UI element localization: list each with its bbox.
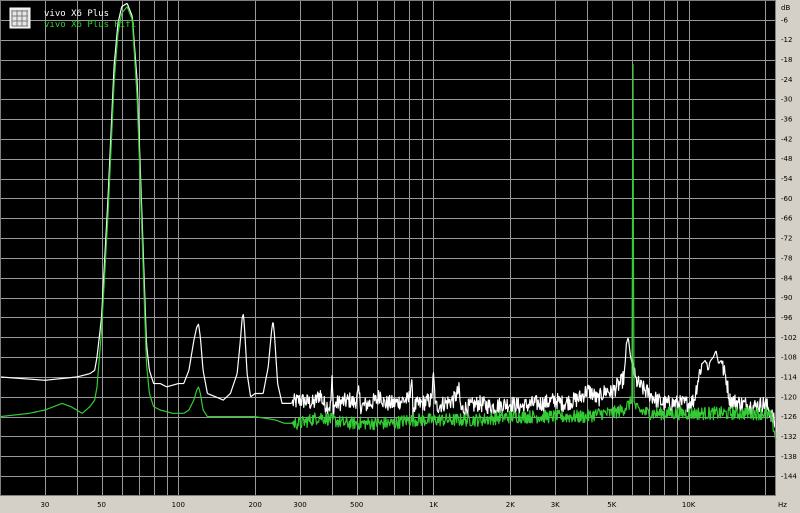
y-tick-label: -48 [781, 155, 792, 163]
y-tick-label: -102 [781, 334, 797, 342]
x-tick-label: 100 [172, 501, 185, 509]
x-tick-label: 2K [506, 501, 515, 509]
x-tick-label: 300 [293, 501, 306, 509]
x-unit-label: Hz [778, 501, 787, 509]
x-tick-label: 50 [97, 501, 106, 509]
x-tick-label: 1K [429, 501, 438, 509]
y-tick-label: -24 [781, 76, 793, 84]
y-tick-label: -84 [781, 274, 793, 282]
x-tick-label: 30 [40, 501, 49, 509]
y-tick-label: -78 [781, 254, 792, 262]
y-tick-label: -54 [781, 175, 793, 183]
y-tick-label: -36 [781, 116, 793, 124]
y-tick-label: -30 [781, 96, 792, 104]
y-tick-label: -120 [781, 393, 797, 401]
y-tick-label: -66 [781, 215, 793, 223]
y-tick-label: -96 [781, 314, 793, 322]
x-tick-label: 200 [248, 501, 261, 509]
y-tick-label: -72 [781, 235, 792, 243]
x-tick-label: 500 [350, 501, 363, 509]
spectrum-analyzer-window: dB -6 -12 -18 -24 -30 -36 -42 -48 -54 -60 -66 -72 -78… [0, 0, 800, 513]
x-tick-label: 3K [551, 501, 560, 509]
x-tick-label: 10K [682, 501, 696, 509]
y-tick-label: -108 [781, 354, 797, 362]
y-tick-label: -126 [781, 413, 797, 421]
legend-label-0: vivo X6 Plus [44, 9, 109, 19]
y-tick-label: -18 [781, 56, 792, 64]
y-tick-label: -132 [781, 433, 797, 441]
spectrum-chart: dB -6 -12 -18 -24 -30 -36 -42 -48 -54 -60 -66 -72 -78… [0, 0, 797, 509]
y-tick-label: -60 [781, 195, 792, 203]
legend-label-1: vivo X6 Plus Hifi [44, 20, 136, 30]
y-tick-label: dB [781, 4, 790, 12]
x-axis-labels: 30 50 100 200 300 500 1K 2K 3K 5K 10K Hz [40, 501, 787, 509]
y-tick-label: -144 [781, 473, 797, 481]
x-tick-label: 5K [607, 501, 616, 509]
y-tick-label: -114 [781, 373, 797, 381]
y-tick-label: -138 [781, 453, 797, 461]
y-tick-label: -6 [781, 16, 789, 24]
grid-icon [9, 7, 31, 29]
y-tick-label: -42 [781, 135, 792, 143]
y-axis-labels: dB -6 -12 -18 -24 -30 -36 -42 -48 -54 -60 -66 -72 -78… [781, 4, 797, 481]
y-tick-label: -90 [781, 294, 792, 302]
y-tick-label: -12 [781, 36, 792, 44]
